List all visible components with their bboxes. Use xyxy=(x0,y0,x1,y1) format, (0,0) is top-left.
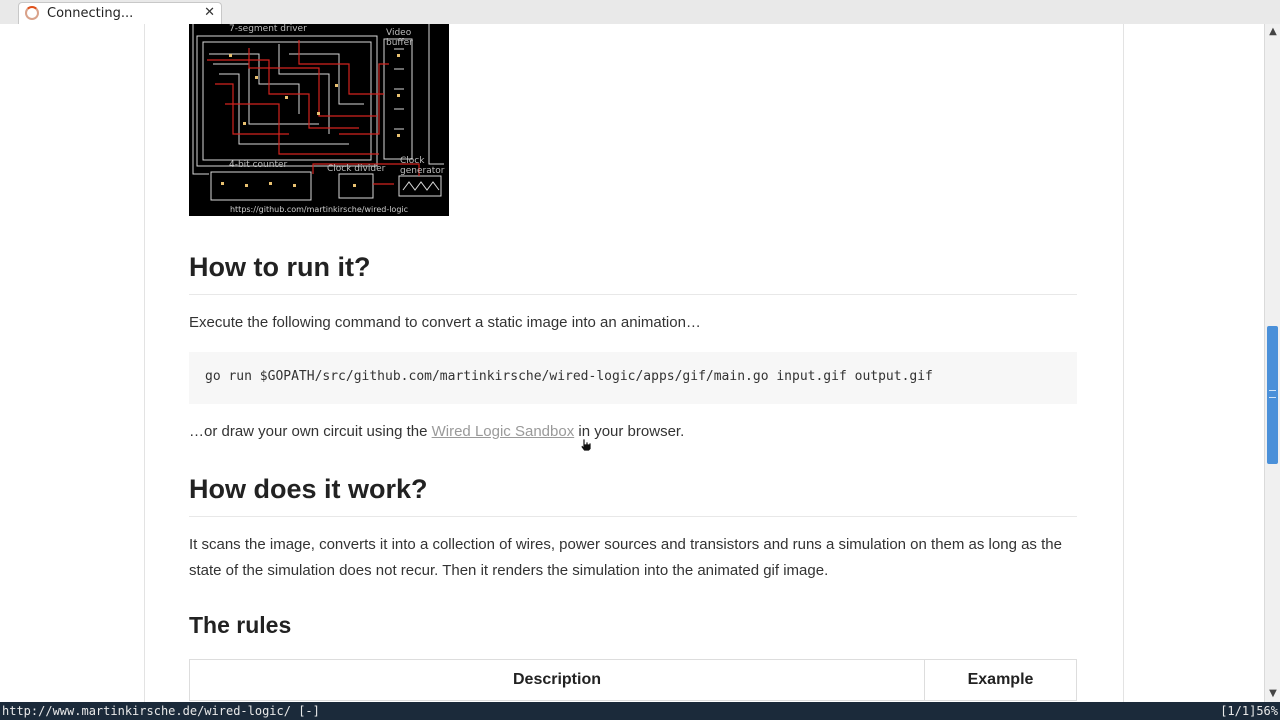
label-segment-driver: 7-segment driver xyxy=(229,24,307,34)
tab-bar: Connecting... ✕ xyxy=(0,0,1280,25)
circuit-caption: https://github.com/martinkirsche/wired-l… xyxy=(229,205,409,214)
scroll-down-arrow-icon[interactable]: ▼ xyxy=(1267,688,1279,700)
column-header-example: Example xyxy=(924,659,1077,701)
label-bit-counter: 4-bit counter xyxy=(229,160,288,170)
label-clock-generator: Clock generator xyxy=(400,156,445,176)
tab-title: Connecting... xyxy=(47,6,134,21)
table-header-row: Description Example xyxy=(189,659,1077,701)
divider xyxy=(189,516,1077,517)
sandbox-text-prefix: …or draw your own circuit using the xyxy=(189,423,432,440)
scroll-thumb[interactable] xyxy=(1267,326,1278,464)
code-block: go run $GOPATH/src/github.com/martinkirs… xyxy=(189,352,1077,404)
code-command: go run $GOPATH/src/github.com/martinkirs… xyxy=(205,369,933,384)
vertical-scrollbar[interactable]: ▲ ▼ xyxy=(1264,24,1280,702)
status-url: http://www.martinkirsche.de/wired-logic/… xyxy=(2,704,320,718)
how-it-works-text: It scans the image, converts it into a c… xyxy=(189,536,1062,579)
column-header-description: Description xyxy=(189,659,925,701)
heading-the-rules: The rules xyxy=(189,612,292,638)
divider xyxy=(189,294,1077,295)
run-intro-text: Execute the following command to convert… xyxy=(189,314,701,331)
loading-spinner-icon xyxy=(25,6,39,20)
scroll-up-arrow-icon[interactable]: ▲ xyxy=(1267,26,1279,38)
status-bar: http://www.martinkirsche.de/wired-logic/… xyxy=(0,702,1280,720)
heading-how-to-run: How to run it? xyxy=(189,252,371,282)
label-clock-divider: Clock divider xyxy=(327,164,386,174)
page-viewport: 7-segment driver Video buffer 4-bit coun… xyxy=(0,24,1264,702)
hand-cursor-icon xyxy=(580,438,592,452)
browser-tab[interactable]: Connecting... ✕ xyxy=(18,2,222,24)
heading-how-does-it-work: How does it work? xyxy=(189,474,428,504)
circuit-image: 7-segment driver Video buffer 4-bit coun… xyxy=(189,24,449,216)
label-video-buffer: Video buffer xyxy=(386,28,413,48)
circuit-diagram xyxy=(189,24,449,216)
close-icon[interactable]: ✕ xyxy=(204,5,215,21)
status-position: [1/1]56% xyxy=(1220,704,1278,718)
sandbox-text: …or draw your own circuit using the Wire… xyxy=(189,419,1077,445)
rules-table: Description Example xyxy=(189,659,1077,701)
wired-logic-sandbox-link[interactable]: Wired Logic Sandbox xyxy=(432,423,575,440)
scroll-grip-icon xyxy=(1269,390,1276,398)
